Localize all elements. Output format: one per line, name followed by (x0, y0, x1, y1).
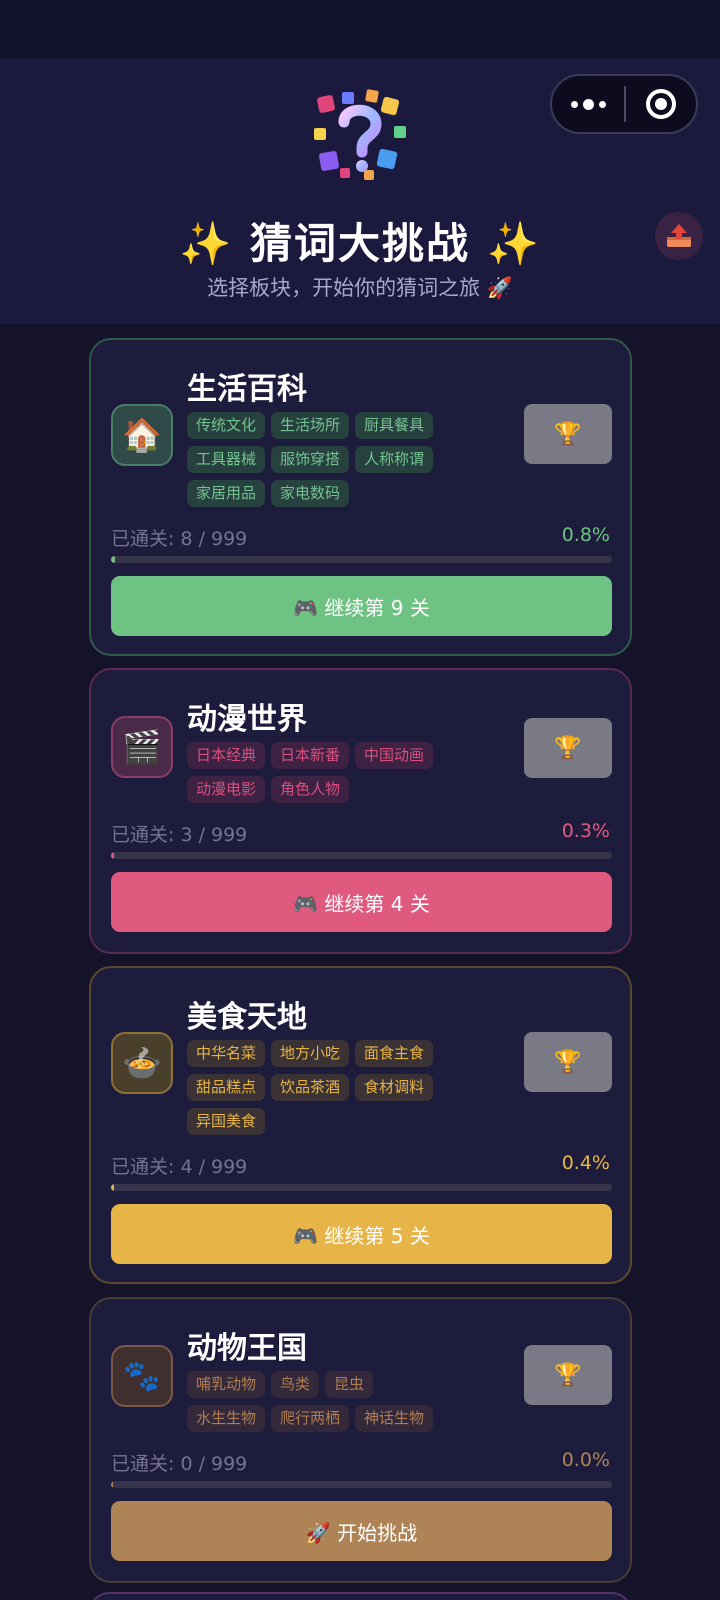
tag: 服饰穿搭 (271, 446, 350, 473)
share-button[interactable] (655, 212, 703, 260)
upload-icon (667, 224, 691, 247)
category-name: 美食天地 (187, 1000, 307, 1035)
progress-label: 已通关: 3 / 999 (111, 824, 248, 846)
category-icon-box: 🏠 (111, 404, 173, 466)
status-bar (0, 0, 720, 58)
category-card-food: 🍲 美食天地 中华名菜 地方小吃 面食主食 甜品糕点 饮品茶酒 食材调料 异国美… (89, 966, 632, 1284)
tag: 面食主食 (355, 1040, 434, 1067)
tag: 食材调料 (355, 1074, 434, 1101)
category-name: 动漫世界 (187, 702, 307, 737)
continue-button[interactable]: 🎮 继续第 5 关 (111, 1204, 612, 1264)
progress-bar (111, 1481, 612, 1488)
progress-label: 已通关: 4 / 999 (111, 1156, 248, 1178)
continue-button[interactable]: 🎮 继续第 4 关 (111, 872, 612, 932)
tag: 哺乳动物 (187, 1371, 266, 1398)
tag: 角色人物 (271, 776, 350, 803)
category-card-animals: 🐾 动物王国 哺乳动物 鸟类 昆虫 水生生物 爬行两栖 神话生物 🏆 已通关: … (89, 1297, 632, 1583)
progress-bar (111, 1184, 612, 1191)
tag: 人称称谓 (355, 446, 434, 473)
progress-bar (111, 852, 612, 859)
tag: 昆虫 (325, 1371, 374, 1398)
close-target-icon[interactable] (626, 89, 696, 119)
continue-button[interactable]: 🎮 继续第 9 关 (111, 576, 612, 636)
category-icon-box: 🎬 (111, 716, 173, 778)
tag-list: 哺乳动物 鸟类 昆虫 水生生物 爬行两栖 神话生物 (187, 1371, 457, 1432)
progress-percent: 0.0% (561, 1449, 610, 1471)
progress-percent: 0.3% (561, 820, 610, 842)
tag-list: 中华名菜 地方小吃 面食主食 甜品糕点 饮品茶酒 食材调料 异国美食 (187, 1040, 457, 1135)
tag: 水生生物 (187, 1405, 266, 1432)
leaderboard-button[interactable]: 🏆 (524, 404, 612, 464)
tag: 传统文化 (187, 412, 266, 439)
leaderboard-button[interactable]: 🏆 (524, 1345, 612, 1405)
progress-bar (111, 556, 612, 563)
progress-fill (111, 1481, 113, 1488)
tag-list: 传统文化 生活场所 厨具餐具 工具器械 服饰穿搭 人称称谓 家居用品 家电数码 (187, 412, 457, 507)
category-card-anime: 🎬 动漫世界 日本经典 日本新番 中国动画 动漫电影 角色人物 🏆 已通关: 3… (89, 668, 632, 954)
tag-list: 日本经典 日本新番 中国动画 动漫电影 角色人物 (187, 742, 457, 803)
house-icon: 🏠 (122, 416, 162, 454)
category-card-next (89, 1592, 632, 1600)
tag: 动漫电影 (187, 776, 266, 803)
tag: 家居用品 (187, 480, 266, 507)
page-title: ✨ 猜词大挑战 ✨ (179, 219, 541, 268)
tag: 工具器械 (187, 446, 266, 473)
tag: 家电数码 (271, 480, 350, 507)
progress-label: 已通关: 0 / 999 (111, 1453, 248, 1475)
tag: 饮品茶酒 (271, 1074, 350, 1101)
tag: 厨具餐具 (355, 412, 434, 439)
tag: 甜品糕点 (187, 1074, 266, 1101)
category-icon-box: 🐾 (111, 1345, 173, 1407)
tag: 地方小吃 (271, 1040, 350, 1067)
progress-fill (111, 852, 114, 859)
progress-fill (111, 1184, 114, 1191)
tag: 中华名菜 (187, 1040, 266, 1067)
start-button[interactable]: 🚀 开始挑战 (111, 1501, 612, 1561)
progress-label: 已通关: 8 / 999 (111, 528, 248, 550)
question-mark-icon (314, 89, 406, 180)
category-name: 动物王国 (187, 1331, 307, 1366)
progress-fill (111, 556, 115, 563)
trophy-icon: 🏆 (554, 1049, 582, 1075)
category-icon-box: 🍲 (111, 1032, 173, 1094)
progress-percent: 0.8% (561, 524, 610, 546)
tag: 异国美食 (187, 1108, 266, 1135)
clapperboard-icon: 🎬 (122, 728, 162, 766)
tag: 日本新番 (271, 742, 350, 769)
tag: 中国动画 (355, 742, 434, 769)
paw-icon: 🐾 (123, 1358, 161, 1394)
category-card-life: 🏠 生活百科 传统文化 生活场所 厨具餐具 工具器械 服饰穿搭 人称称谓 家居用… (89, 338, 632, 656)
progress-percent: 0.4% (561, 1152, 610, 1174)
mini-program-capsule (550, 74, 698, 134)
trophy-icon: 🏆 (554, 1362, 582, 1388)
leaderboard-button[interactable]: 🏆 (524, 718, 612, 778)
leaderboard-button[interactable]: 🏆 (524, 1032, 612, 1092)
tag: 爬行两栖 (271, 1405, 350, 1432)
tag: 日本经典 (187, 742, 266, 769)
more-icon[interactable] (552, 98, 624, 110)
tag: 鸟类 (271, 1371, 320, 1398)
category-name: 生活百科 (187, 372, 307, 407)
page-subtitle: 选择板块，开始你的猜词之旅 🚀 (207, 276, 513, 300)
trophy-icon: 🏆 (554, 735, 582, 761)
trophy-icon: 🏆 (554, 421, 582, 447)
tag: 神话生物 (355, 1405, 434, 1432)
soup-bowl-icon: 🍲 (122, 1044, 162, 1082)
tag: 生活场所 (271, 412, 350, 439)
